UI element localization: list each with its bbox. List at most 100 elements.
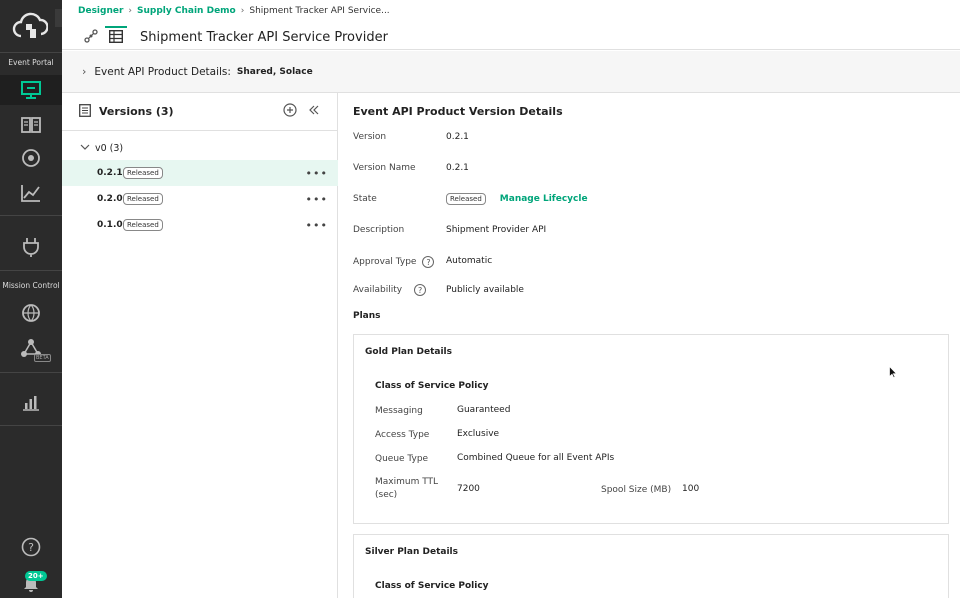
notification-count-badge: 20+ — [25, 571, 47, 581]
spool-size-value: 100 — [682, 484, 700, 494]
class-of-service-title: Class of Service Policy — [375, 381, 489, 391]
product-details-value: Shared, Solace — [236, 66, 313, 77]
breadcrumb-application-domain[interactable]: Supply Chain Demo — [137, 6, 236, 16]
help-circle-icon: ? — [21, 537, 41, 557]
queue-type-value: Combined Queue for all Event APIs — [457, 453, 615, 463]
table-icon — [108, 29, 124, 46]
nav-discovery[interactable] — [0, 143, 62, 173]
state-label: State — [353, 194, 377, 204]
divider — [0, 425, 62, 426]
nav-designer[interactable] — [0, 75, 62, 105]
status-badge: Released — [123, 193, 163, 205]
messaging-value: Guaranteed — [457, 405, 511, 415]
access-type-value: Exclusive — [457, 429, 500, 439]
globe-icon — [21, 303, 41, 323]
divider — [0, 270, 62, 271]
version-number: 0.1.0 — [97, 220, 123, 230]
help-icon[interactable]: ? — [414, 284, 427, 296]
version-details-panel: Event API Product Version Details Versio… — [339, 93, 960, 598]
more-options-icon[interactable]: ••• — [306, 167, 328, 180]
versions-title: Versions (3) — [99, 105, 174, 118]
approval-type-field: Approval Type ? — [353, 256, 435, 268]
help-icon[interactable]: ? — [422, 256, 435, 268]
plug-icon — [22, 237, 40, 257]
availability-field: Availability ? — [353, 284, 427, 296]
state-value-row: Released Manage Lifecycle — [446, 193, 588, 205]
more-options-icon[interactable]: ••• — [306, 219, 328, 232]
nav-monitoring[interactable] — [0, 388, 62, 418]
divider — [0, 215, 62, 216]
collapse-panel-icon[interactable] — [307, 103, 321, 120]
beta-tag: BETA — [34, 354, 51, 362]
approval-type-label: Approval Type — [353, 257, 417, 267]
breadcrumb-current: Shipment Tracker API Service... — [249, 6, 390, 16]
discovery-radar-icon — [21, 148, 41, 168]
max-ttl-value: 7200 — [457, 484, 480, 494]
approval-type-value: Automatic — [446, 256, 493, 266]
graph-view-tab[interactable] — [80, 26, 102, 48]
version-row[interactable]: 0.2.0 Released ••• — [62, 186, 338, 212]
status-badge: Released — [446, 193, 486, 205]
class-of-service-title: Class of Service Policy — [375, 581, 489, 591]
version-group-label: v0 (3) — [95, 143, 124, 154]
status-badge: Released — [123, 219, 163, 231]
version-group-row[interactable]: v0 (3) — [80, 143, 123, 154]
line-chart-icon — [21, 184, 41, 202]
plan-title: Gold Plan Details — [365, 347, 453, 357]
version-row[interactable]: 0.2.1 Released ••• — [62, 160, 338, 186]
status-badge: Released — [123, 167, 163, 179]
page-title: Shipment Tracker API Service Provider — [140, 30, 388, 45]
svg-text:?: ? — [28, 541, 34, 554]
max-ttl-label: Maximum TTL (sec) — [375, 477, 439, 500]
breadcrumb: Designer › Supply Chain Demo › Shipment … — [78, 6, 390, 16]
divider — [0, 372, 62, 373]
more-options-icon[interactable]: ••• — [306, 193, 328, 206]
nav-mesh-manager[interactable] — [0, 333, 62, 363]
versions-panel: Versions (3) v0 (3) 0.2.1 Released ••• 0… — [62, 93, 338, 598]
manage-lifecycle-link[interactable]: Manage Lifecycle — [500, 194, 588, 204]
nav-insights[interactable] — [0, 178, 62, 208]
messaging-label: Messaging — [375, 406, 423, 416]
divider — [0, 52, 62, 53]
product-details-bar[interactable]: › Event API Product Details: Shared, Sol… — [62, 51, 960, 93]
add-version-icon[interactable] — [283, 103, 297, 120]
event-portal-section-label: Event Portal — [8, 58, 54, 67]
version-row[interactable]: 0.1.0 Released ••• — [62, 212, 338, 238]
table-view-tab[interactable] — [105, 26, 127, 48]
plans-label: Plans — [353, 311, 381, 321]
breadcrumb-designer[interactable]: Designer — [78, 6, 123, 16]
mission-control-section-label: Mission Control — [2, 281, 60, 290]
version-details-title: Event API Product Version Details — [353, 105, 563, 118]
designer-icon — [21, 81, 41, 99]
left-nav-rail: › Event Portal Mission Control — [0, 0, 71, 598]
description-label: Description — [353, 225, 405, 235]
plan-title: Silver Plan Details — [365, 547, 458, 557]
silver-plan-card: Silver Plan Details Class of Service Pol… — [353, 534, 949, 598]
versions-header: Versions (3) — [62, 93, 337, 131]
breadcrumb-separator: › — [128, 6, 133, 16]
document-list-icon — [79, 103, 91, 120]
version-value: 0.2.1 — [446, 132, 469, 142]
chevron-down-icon — [80, 143, 90, 154]
breadcrumb-separator: › — [240, 6, 245, 16]
queue-type-label: Queue Type — [375, 454, 429, 464]
nav-catalog[interactable] — [0, 110, 62, 140]
nav-help[interactable]: ? — [0, 532, 62, 562]
mouse-cursor-icon — [889, 365, 898, 381]
access-type-label: Access Type — [375, 430, 430, 440]
catalog-book-icon — [21, 117, 41, 133]
version-name-label: Version Name — [353, 163, 416, 173]
spool-size-label: Spool Size (MB) — [601, 485, 672, 495]
page-header: Designer › Supply Chain Demo › Shipment … — [62, 0, 960, 50]
graph-nodes-icon — [84, 28, 98, 46]
version-number: 0.2.0 — [97, 194, 123, 204]
version-label: Version — [353, 132, 387, 142]
product-details-label: Event API Product Details: — [94, 65, 231, 78]
solace-cloud-logo-icon[interactable] — [12, 10, 48, 42]
bar-chart-icon — [22, 395, 40, 411]
nav-cluster-manager[interactable] — [0, 298, 62, 328]
nav-runtime[interactable] — [0, 232, 62, 262]
chevron-right-icon[interactable]: › — [82, 65, 86, 78]
version-number: 0.2.1 — [97, 168, 123, 178]
availability-label: Availability — [353, 285, 403, 295]
